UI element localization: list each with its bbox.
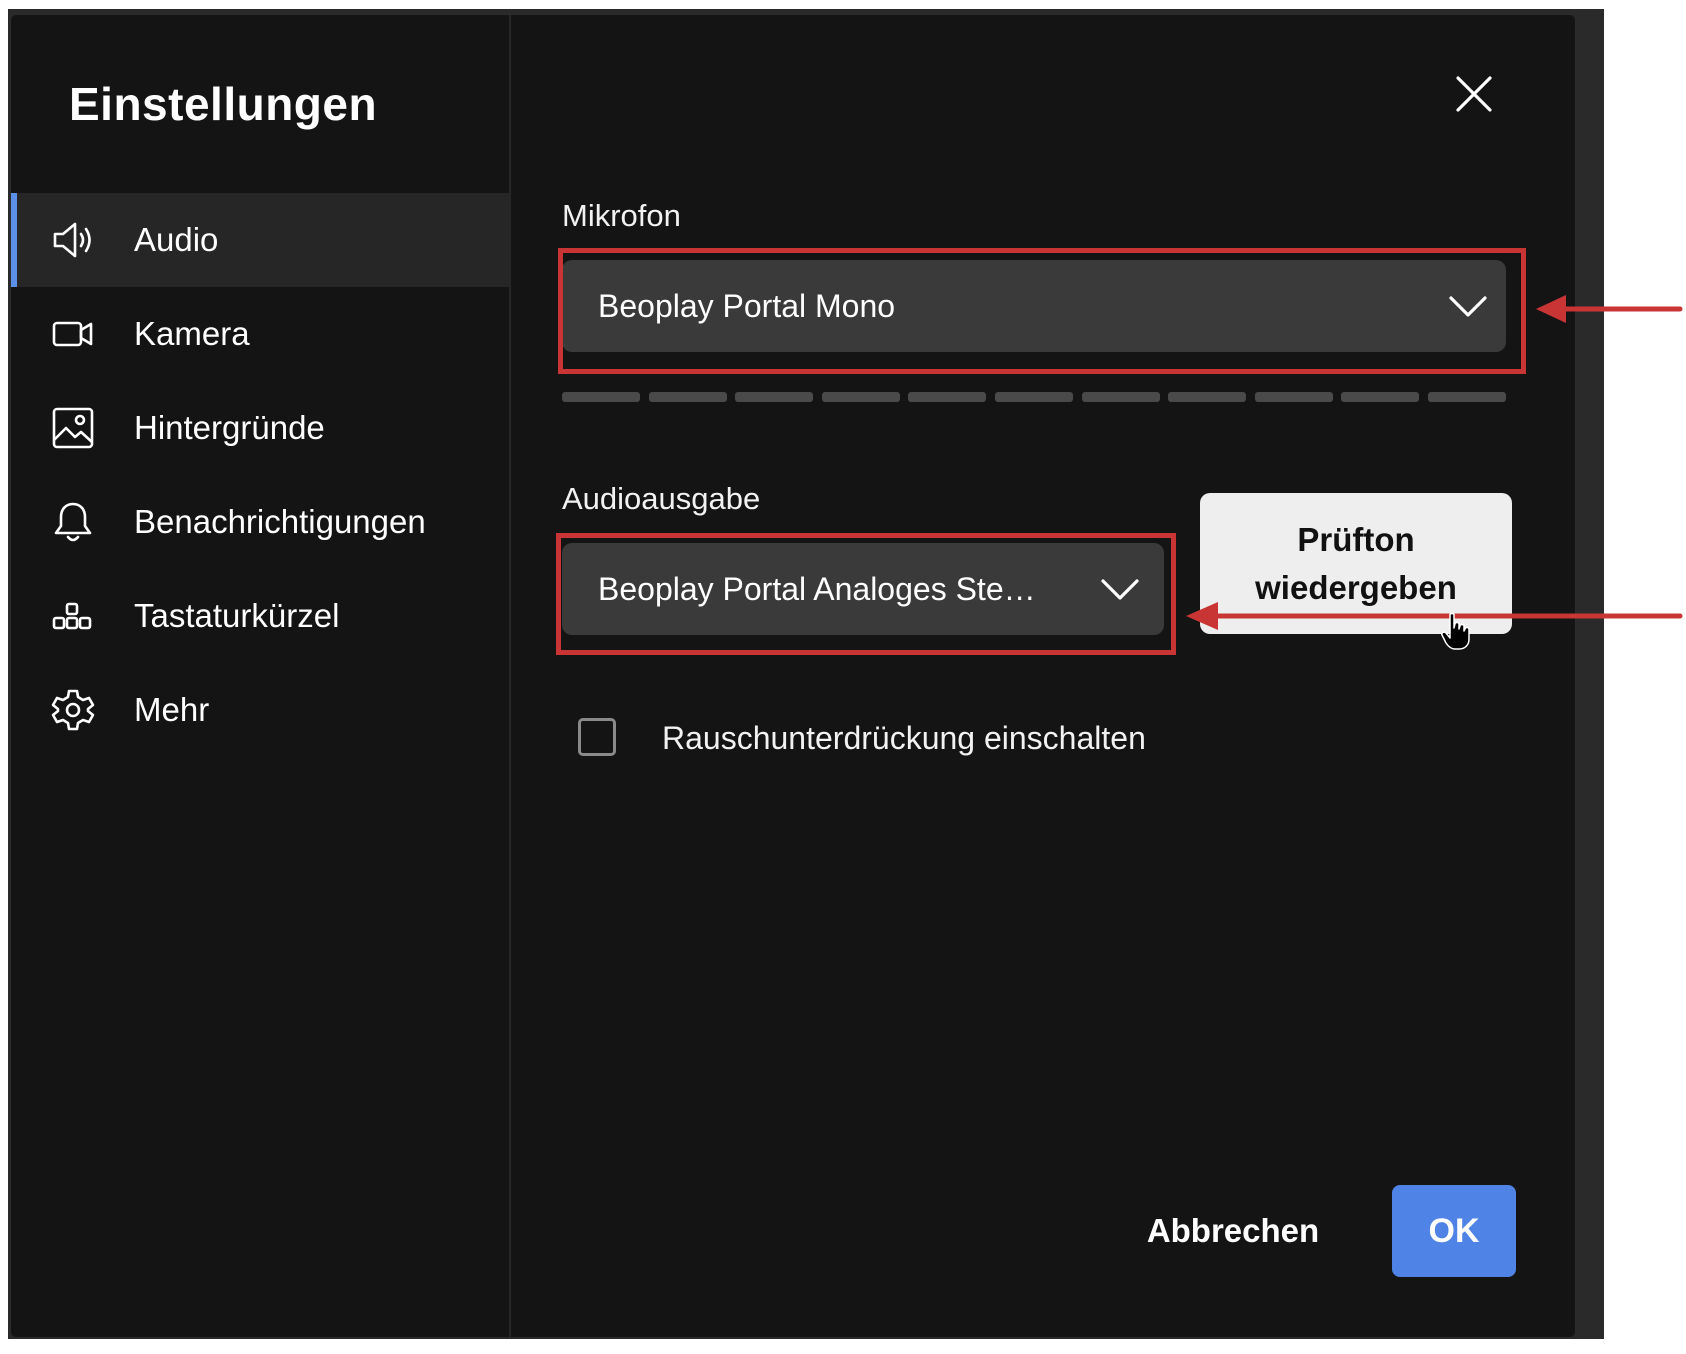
level-segment [1341, 392, 1420, 402]
sidebar-item-more[interactable]: Mehr [11, 663, 509, 757]
bell-icon [51, 500, 95, 544]
close-button[interactable] [1448, 70, 1500, 122]
level-segment [908, 392, 987, 402]
sidebar-item-label: Tastaturkürzel [134, 597, 340, 634]
sidebar-item-label: Benachrichtigungen [134, 503, 426, 540]
audio-output-label: Audioausgabe [562, 481, 761, 516]
level-segment [1427, 392, 1506, 402]
ok-button[interactable]: OK [1392, 1185, 1516, 1277]
sidebar-item-label: Mehr [134, 691, 210, 728]
microphone-level-meter [562, 392, 1506, 402]
sidebar-item-audio[interactable]: Audio [11, 193, 509, 287]
sidebar-item-label: Hintergründe [134, 409, 325, 446]
level-segment [994, 392, 1073, 402]
hand-cursor-icon [1440, 612, 1474, 657]
settings-nav: Audio Kamera Hintergründe Benachrichtigu… [11, 193, 509, 757]
microphone-label: Mikrofon [562, 198, 681, 233]
settings-dialog: Einstellungen Audio Kamera Hintergründe … [10, 14, 1576, 1338]
sidebar-item-label: Kamera [134, 315, 250, 352]
image-icon [51, 406, 95, 450]
level-segment [1168, 392, 1247, 402]
level-segment [735, 392, 814, 402]
cancel-button[interactable]: Abbrechen [1130, 1185, 1336, 1277]
dialog-title: Einstellungen [69, 78, 378, 130]
level-segment [1081, 392, 1160, 402]
microphone-highlight-box [558, 248, 1526, 374]
sidebar-item-camera[interactable]: Kamera [11, 287, 509, 381]
keyboard-shortcut-icon [51, 594, 95, 638]
sidebar-item-shortcuts[interactable]: Tastaturkürzel [11, 569, 509, 663]
camera-icon [51, 312, 95, 356]
level-segment [821, 392, 900, 402]
level-segment [562, 392, 640, 402]
sidebar-item-notifications[interactable]: Benachrichtigungen [11, 475, 509, 569]
audio-output-highlight-box [556, 533, 1176, 655]
sidebar-item-backgrounds[interactable]: Hintergründe [11, 381, 509, 475]
sidebar-item-label: Audio [134, 221, 219, 258]
close-icon [1454, 74, 1494, 119]
noise-suppression-label: Rauschunterdrückung einschalten [662, 720, 1146, 756]
level-segment [1254, 392, 1333, 402]
gear-icon [51, 688, 95, 732]
settings-sidebar: Einstellungen Audio Kamera Hintergründe … [11, 15, 511, 1337]
noise-suppression-checkbox[interactable] [578, 718, 616, 756]
speaker-icon [51, 218, 95, 262]
level-segment [648, 392, 727, 402]
